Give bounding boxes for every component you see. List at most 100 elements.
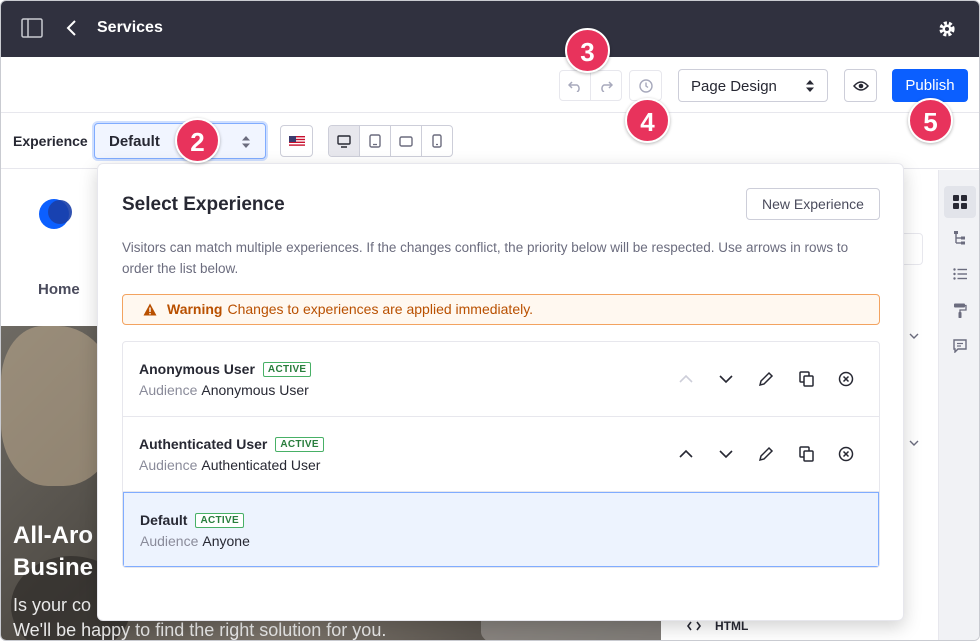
chevron-down-icon[interactable]: [908, 439, 920, 447]
experience-item-authenticated[interactable]: Authenticated User ACTIVE Audience Authen…: [123, 417, 879, 492]
history-button[interactable]: [629, 70, 662, 101]
experience-audience: Audience Authenticated User: [139, 457, 321, 473]
language-selector-button[interactable]: [280, 125, 313, 157]
portrait-view-button[interactable]: [421, 126, 452, 156]
editor-toolbar: Page Design Publish: [1, 57, 979, 113]
new-experience-button[interactable]: New Experience: [746, 188, 880, 220]
page-structure-button[interactable]: [944, 222, 976, 254]
warning-label: Warning: [167, 301, 223, 317]
tablet-view-button[interactable]: [359, 126, 390, 156]
experience-audience: Audience Anonymous User: [139, 382, 309, 398]
undo-button[interactable]: [560, 71, 590, 100]
sidebar-panel-toolbar: [938, 170, 979, 640]
edit-button[interactable]: [755, 368, 777, 390]
sidebar-toggle-icon[interactable]: [21, 18, 43, 38]
delete-button[interactable]: [835, 368, 857, 390]
pencil-icon: [758, 446, 774, 462]
callout-4: 4: [625, 98, 670, 143]
fragment-html-item[interactable]: HTML: [687, 619, 748, 633]
experience-name: Authenticated User ACTIVE: [139, 436, 324, 452]
eye-icon: [852, 80, 869, 91]
grid-icon: [953, 195, 967, 209]
comment-icon: [953, 339, 967, 353]
select-experience-popover: Select Experience New Experience Visitor…: [97, 163, 904, 621]
undo-icon: [568, 80, 580, 92]
copy-icon: [798, 371, 814, 387]
edit-button[interactable]: [755, 443, 777, 465]
popover-description: Visitors can match multiple experiences.…: [122, 240, 849, 276]
experience-label: Experience: [13, 133, 88, 149]
warning-alert: Warning Changes to experiences are applie…: [122, 294, 880, 325]
hero-title: All-Aro Busine: [13, 522, 94, 581]
page-title: Services: [97, 19, 163, 36]
caret-double-icon: [242, 136, 250, 148]
device-preview-group: [328, 125, 453, 157]
search-field-edge: [901, 233, 923, 265]
experience-bar: Experience Default: [1, 113, 979, 169]
delete-button[interactable]: [835, 443, 857, 465]
desktop-icon: [337, 134, 351, 148]
us-flag-icon: [288, 135, 305, 147]
experience-selected-value: Default: [109, 133, 160, 150]
nav-link-home[interactable]: Home: [38, 281, 80, 298]
contents-list-button[interactable]: [944, 258, 976, 290]
redo-button[interactable]: [590, 71, 621, 100]
site-logo-icon: [39, 199, 72, 229]
caret-double-icon: [806, 80, 814, 92]
experience-name: Anonymous User ACTIVE: [139, 361, 312, 377]
page-design-select[interactable]: Page Design: [678, 69, 828, 102]
experience-actions: [675, 368, 857, 390]
duplicate-button[interactable]: [795, 443, 817, 465]
undo-redo-group: [559, 70, 622, 101]
duplicate-button[interactable]: [795, 368, 817, 390]
callout-5: 5: [908, 98, 953, 143]
warning-text: Changes to experiences are applied immed…: [227, 301, 534, 317]
experience-item-default[interactable]: Default ACTIVE Audience Anyone: [123, 492, 879, 567]
times-circle-icon: [838, 371, 854, 387]
phone-portrait-icon: [432, 134, 442, 148]
chevron-down-icon: [719, 375, 733, 384]
warning-icon: [143, 303, 157, 316]
clock-icon: [638, 78, 653, 93]
tablet-icon: [369, 134, 381, 148]
comments-button[interactable]: [944, 330, 976, 362]
experience-audience: Audience Anyone: [140, 533, 250, 549]
preview-button[interactable]: [844, 69, 877, 102]
times-circle-icon: [838, 446, 854, 462]
move-down-button[interactable]: [715, 443, 737, 465]
active-badge: ACTIVE: [195, 512, 244, 528]
move-down-button[interactable]: [715, 368, 737, 390]
desktop-view-button[interactable]: [329, 126, 359, 156]
fragment-html-label: HTML: [715, 619, 749, 633]
chevron-up-icon: [679, 449, 693, 458]
top-bar: Services: [1, 1, 979, 57]
experience-item-anonymous[interactable]: Anonymous User ACTIVE Audience Anonymous …: [123, 342, 879, 417]
page-design-label: Page Design: [691, 78, 777, 95]
popover-title: Select Experience: [122, 194, 285, 215]
gear-icon[interactable]: [937, 19, 957, 39]
app-window: Services Page Design Publish Experience …: [0, 0, 980, 641]
move-up-button[interactable]: [675, 443, 697, 465]
experience-actions: [675, 443, 857, 465]
callout-2: 2: [175, 118, 220, 163]
active-badge: ACTIVE: [262, 361, 312, 377]
copy-icon: [798, 446, 814, 462]
paint-roller-icon: [954, 303, 967, 318]
list-icon: [953, 268, 967, 280]
chevron-up-icon: [679, 374, 693, 383]
chevron-down-icon[interactable]: [908, 332, 920, 340]
back-icon[interactable]: [65, 18, 79, 38]
chevron-down-icon: [719, 450, 733, 459]
pencil-icon: [758, 371, 774, 387]
move-up-button[interactable]: [675, 368, 697, 390]
tree-icon: [954, 231, 965, 245]
code-icon: [687, 621, 701, 631]
page-design-options-button[interactable]: [944, 294, 976, 326]
landscape-view-button[interactable]: [390, 126, 421, 156]
phone-landscape-icon: [399, 135, 413, 147]
experience-name: Default ACTIVE: [140, 512, 244, 528]
experience-list: Anonymous User ACTIVE Audience Anonymous …: [122, 341, 880, 568]
callout-3: 3: [565, 28, 610, 73]
active-badge: ACTIVE: [275, 436, 324, 452]
fragments-panel-button[interactable]: [944, 186, 976, 218]
